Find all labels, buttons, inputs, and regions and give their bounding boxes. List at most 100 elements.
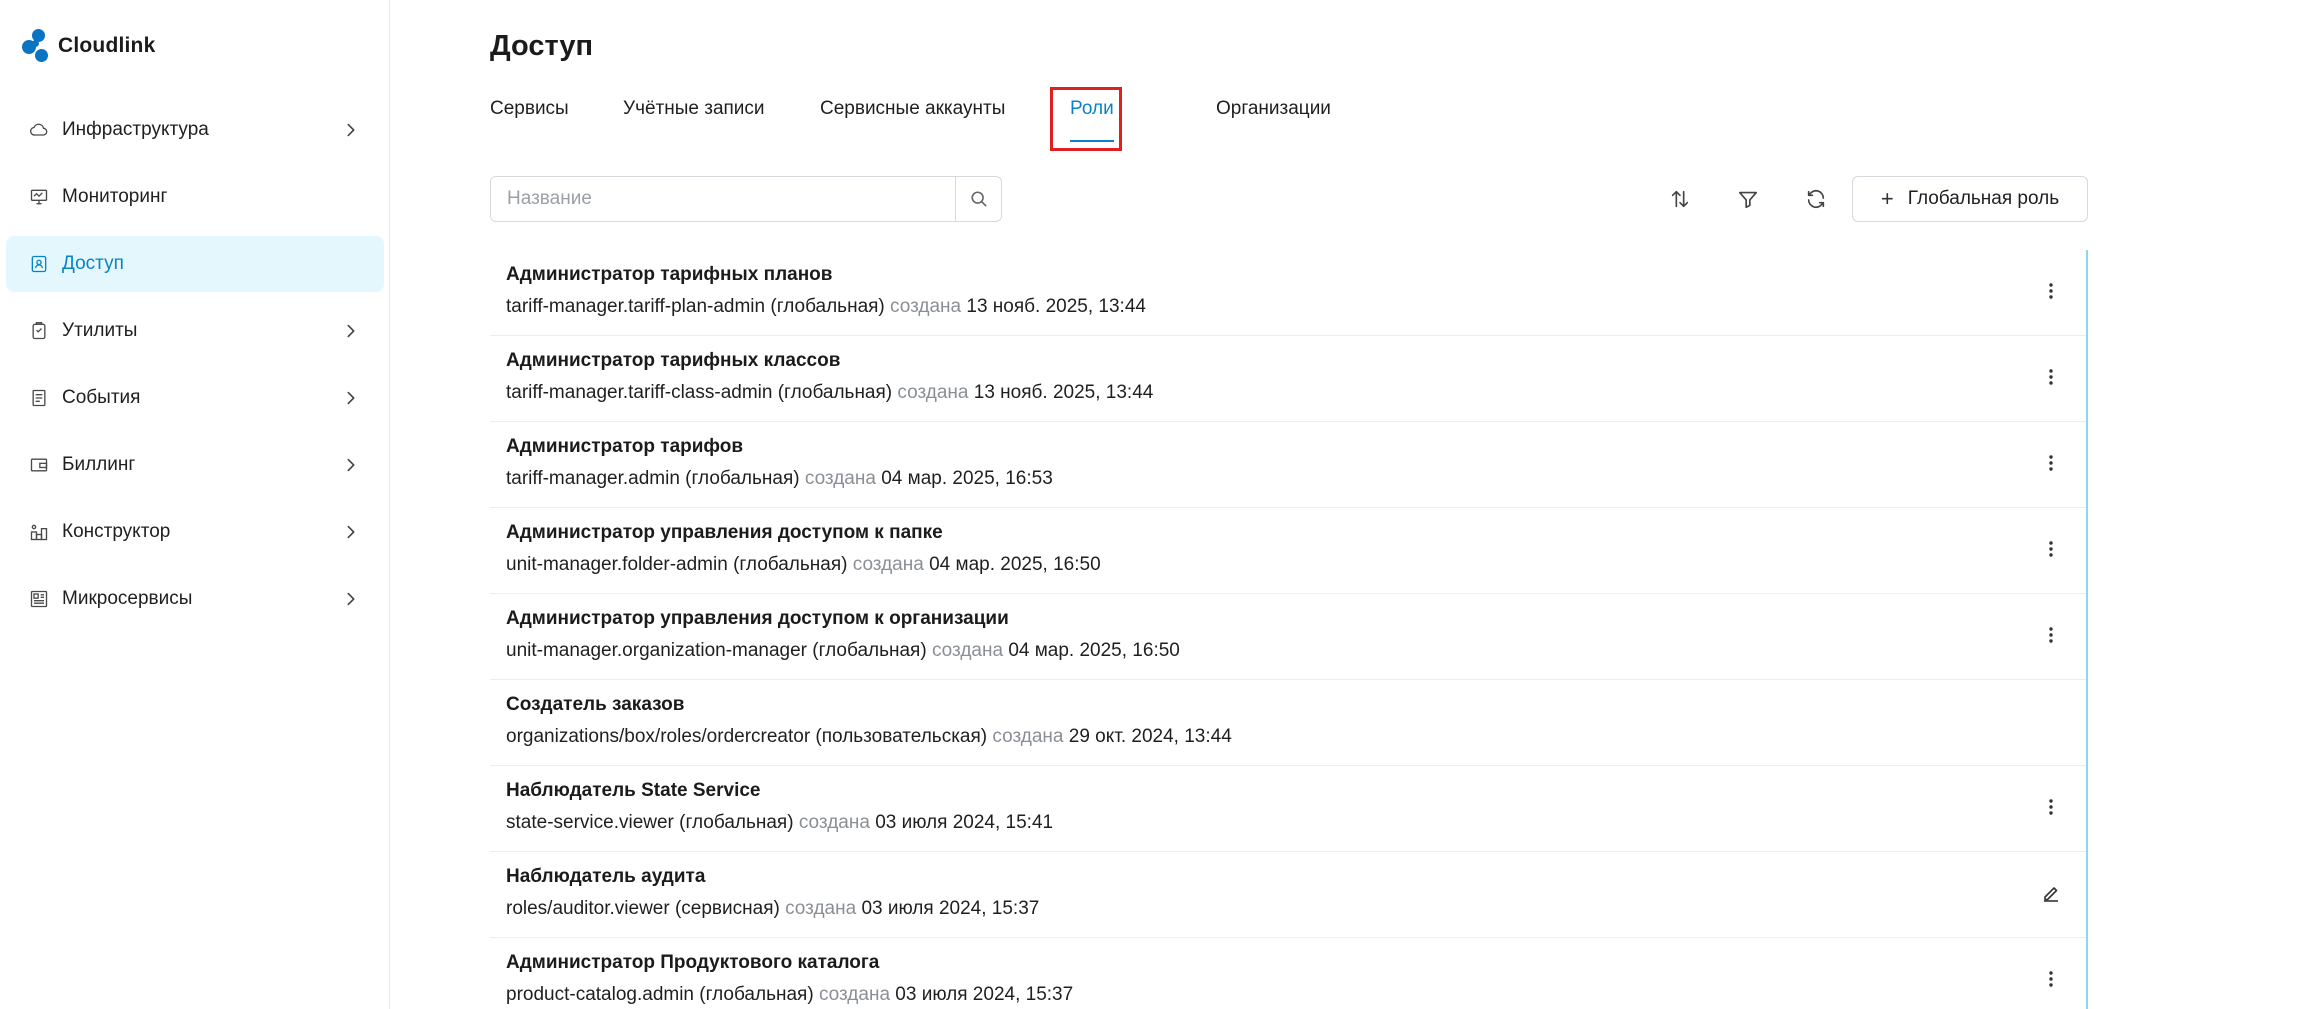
sidebar-item-7[interactable]: Микросервисы: [6, 571, 384, 627]
role-title[interactable]: Администратор управления доступом к орга…: [506, 608, 1009, 630]
more-options-button[interactable]: [2036, 620, 2066, 650]
search-input[interactable]: [491, 177, 955, 221]
more-options-button[interactable]: [2036, 448, 2066, 478]
tab-2[interactable]: Сервисные аккаунты: [820, 96, 1005, 148]
roles-list: Администратор тарифных планов tariff-mana…: [490, 250, 2088, 1009]
tab-0[interactable]: Сервисы: [490, 96, 569, 148]
created-label: создана: [890, 296, 962, 317]
app-name: Cloudlink: [58, 34, 156, 57]
tab-label: Сервисные аккаунты: [820, 98, 1006, 119]
role-date: 03 июля 2024, 15:37: [861, 898, 1040, 919]
kebab-menu-icon: [2041, 797, 2061, 817]
role-meta: unit-manager.organization-manager (глоба…: [506, 640, 1180, 662]
sidebar-item-label: Утилиты: [62, 320, 138, 341]
more-options-button[interactable]: [2036, 964, 2066, 994]
sort-button[interactable]: [1663, 182, 1697, 216]
role-title[interactable]: Наблюдатель State Service: [506, 780, 760, 802]
sidebar-item-5[interactable]: Биллинг: [6, 437, 384, 493]
search-icon: [970, 191, 987, 207]
role-title[interactable]: Администратор тарифов: [506, 436, 743, 458]
role-title[interactable]: Администратор Продуктового каталога: [506, 952, 879, 974]
constructor-icon: [28, 521, 50, 543]
more-options-button[interactable]: [2036, 276, 2066, 306]
role-date: 04 мар. 2025, 16:53: [881, 468, 1053, 489]
refresh-button[interactable]: [1799, 182, 1833, 216]
created-label: создана: [798, 812, 870, 833]
sidebar-item-6[interactable]: Конструктор: [6, 504, 384, 560]
role-title[interactable]: Создатель заказов: [506, 694, 684, 716]
sidebar-item-1[interactable]: Мониторинг: [6, 169, 384, 225]
role-title[interactable]: Наблюдатель аудита: [506, 866, 705, 888]
sidebar-item-label: События: [62, 387, 141, 408]
role-meta: tariff-manager.tariff-class-admin (глоба…: [506, 382, 1153, 404]
role-meta: tariff-manager.tariff-plan-admin (глобал…: [506, 296, 1146, 318]
role-row[interactable]: Создатель заказов organizations/box/roles…: [490, 680, 2086, 766]
more-options-button[interactable]: [2036, 792, 2066, 822]
kebab-menu-icon: [2041, 969, 2061, 989]
role-row[interactable]: Наблюдатель State Service state-service.v…: [490, 766, 2086, 852]
sidebar-item-label: Мониторинг: [62, 186, 168, 207]
sidebar-item-label: Микросервисы: [62, 588, 193, 609]
role-meta: unit-manager.folder-admin (глобальная) с…: [506, 554, 1101, 576]
created-label: создана: [804, 468, 876, 489]
sidebar-nav: Инфраструктура Мониторинг Доступ Утилиты Соб…: [0, 102, 390, 638]
role-date: 29 окт. 2024, 13:44: [1068, 726, 1232, 747]
role-id: tariff-manager.admin (глобальная): [506, 468, 800, 489]
created-label: создана: [897, 382, 969, 403]
tab-label: Организации: [1216, 98, 1331, 119]
role-meta: organizations/box/roles/ordercreator (по…: [506, 726, 1232, 748]
created-label: создана: [992, 726, 1064, 747]
microservices-icon: [28, 588, 50, 610]
role-row[interactable]: Администратор тарифных планов tariff-mana…: [490, 250, 2086, 336]
sidebar-item-label: Инфраструктура: [62, 119, 209, 140]
role-id: organizations/box/roles/ordercreator (по…: [506, 726, 988, 747]
chevron-right-icon: [342, 121, 360, 139]
role-title[interactable]: Администратор тарифных классов: [506, 350, 840, 372]
edit-button[interactable]: [2036, 878, 2066, 908]
cloudlink-logo-icon: [22, 28, 52, 64]
sidebar-item-4[interactable]: События: [6, 370, 384, 426]
more-options-button[interactable]: [2036, 534, 2066, 564]
role-row[interactable]: Администратор управления доступом к папк…: [490, 508, 2086, 594]
access-icon: [28, 253, 50, 275]
role-id: unit-manager.organization-manager (глоба…: [506, 640, 927, 661]
kebab-menu-icon: [2041, 539, 2061, 559]
sidebar: Cloudlink Инфраструктура Мониторинг Доступ…: [0, 0, 390, 1009]
add-global-role-label: Глобальная роль: [1907, 188, 2060, 209]
sidebar-item-2[interactable]: Доступ: [6, 236, 384, 292]
sidebar-item-3[interactable]: Утилиты: [6, 303, 384, 359]
cloud-icon: [28, 119, 50, 141]
role-title[interactable]: Администратор тарифных планов: [506, 264, 832, 286]
add-global-role-button[interactable]: + Глобальная роль: [1852, 176, 2088, 222]
role-date: 03 июля 2024, 15:41: [875, 812, 1054, 833]
role-row[interactable]: Администратор тарифных классов tariff-man…: [490, 336, 2086, 422]
tab-1[interactable]: Учётные записи: [623, 96, 765, 148]
role-row[interactable]: Администратор Продуктового каталога produ…: [490, 938, 2086, 1009]
logo[interactable]: Cloudlink: [22, 28, 155, 64]
role-row[interactable]: Наблюдатель аудита roles/auditor.viewer (…: [490, 852, 2086, 938]
tab-label: Учётные записи: [623, 98, 765, 119]
sidebar-item-label: Биллинг: [62, 454, 136, 475]
role-row[interactable]: Администратор управления доступом к орга…: [490, 594, 2086, 680]
tab-4[interactable]: Организации: [1216, 96, 1331, 148]
role-meta: state-service.viewer (глобальная) создан…: [506, 812, 1053, 834]
filter-button[interactable]: [1731, 182, 1765, 216]
sidebar-item-label: Конструктор: [62, 521, 171, 542]
pencil-icon: [2041, 883, 2061, 903]
role-row[interactable]: Администратор тарифов tariff-manager.admi…: [490, 422, 2086, 508]
sort-icon: [1671, 190, 1689, 208]
role-id: product-catalog.admin (глобальная): [506, 984, 814, 1005]
monitor-icon: [28, 186, 50, 208]
role-date: 04 мар. 2025, 16:50: [929, 554, 1101, 575]
role-id: unit-manager.folder-admin (глобальная): [506, 554, 848, 575]
chevron-right-icon: [342, 456, 360, 474]
search-button[interactable]: [955, 177, 1001, 221]
chevron-right-icon: [342, 523, 360, 541]
sidebar-item-label: Доступ: [62, 253, 124, 274]
role-id: roles/auditor.viewer (сервисная): [506, 898, 780, 919]
refresh-icon: [1807, 190, 1825, 208]
role-title[interactable]: Администратор управления доступом к папк…: [506, 522, 943, 544]
more-options-button[interactable]: [2036, 362, 2066, 392]
chevron-right-icon: [342, 389, 360, 407]
sidebar-item-0[interactable]: Инфраструктура: [6, 102, 384, 158]
